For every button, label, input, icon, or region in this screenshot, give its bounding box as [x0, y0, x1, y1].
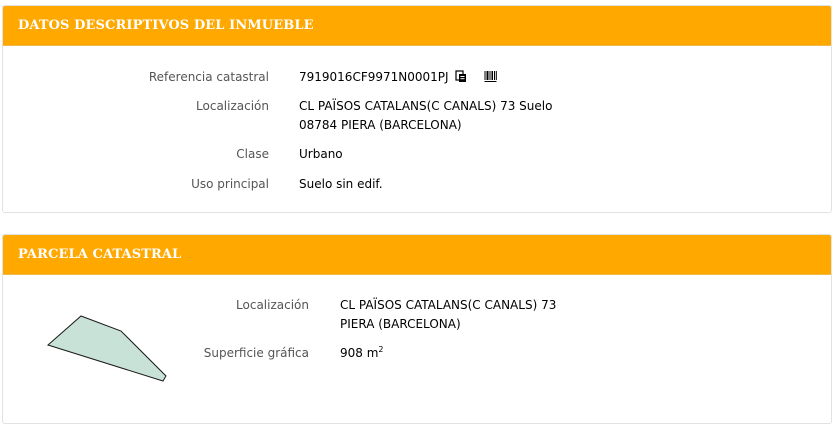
referencia-label: Referencia catastral — [148, 70, 269, 84]
inmueble-panel: DATOS DESCRIPTIVOS DEL INMUEBLE Referenc… — [2, 5, 832, 213]
uso-label: Uso principal — [191, 177, 269, 191]
localizacion-line1: CL PAÏSOS CATALANS(C CANALS) 73 Suelo — [299, 99, 553, 113]
parcela-localizacion-line1: CL PAÏSOS CATALANS(C CANALS) 73 — [340, 298, 557, 312]
localizacion-label: Localización — [196, 99, 269, 113]
localizacion-value: CL PAÏSOS CATALANS(C CANALS) 73 Suelo 08… — [299, 97, 552, 135]
copy-icon[interactable] — [455, 70, 468, 89]
clase-value: Urbano — [299, 147, 343, 161]
referencia-value-row: 7919016CF9971N0001PJ — [299, 68, 498, 89]
uso-value: Suelo sin edif. — [299, 177, 383, 191]
referencia-value: 7919016CF9971N0001PJ — [299, 70, 449, 84]
parcela-localizacion-label: Localización — [236, 298, 309, 312]
parcela-panel: PARCELA CATASTRAL Localización CL PAÏSOS… — [2, 234, 832, 424]
parcela-panel-title: PARCELA CATASTRAL — [3, 235, 831, 275]
parcela-localizacion-line2: PIERA (BARCELONA) — [340, 317, 461, 331]
superficie-value-row: 908 m2 — [340, 344, 384, 363]
superficie-label: Superficie gráfica — [203, 346, 309, 360]
superficie-unit-sup: 2 — [378, 345, 384, 354]
superficie-value: 908 m — [340, 346, 379, 360]
localizacion-line2: 08784 PIERA (BARCELONA) — [299, 118, 462, 132]
barcode-icon[interactable] — [484, 70, 498, 89]
clase-label: Clase — [236, 147, 269, 161]
parcela-localizacion-value: CL PAÏSOS CATALANS(C CANALS) 73 PIERA (B… — [340, 296, 556, 334]
inmueble-panel-title: DATOS DESCRIPTIVOS DEL INMUEBLE — [3, 6, 831, 46]
